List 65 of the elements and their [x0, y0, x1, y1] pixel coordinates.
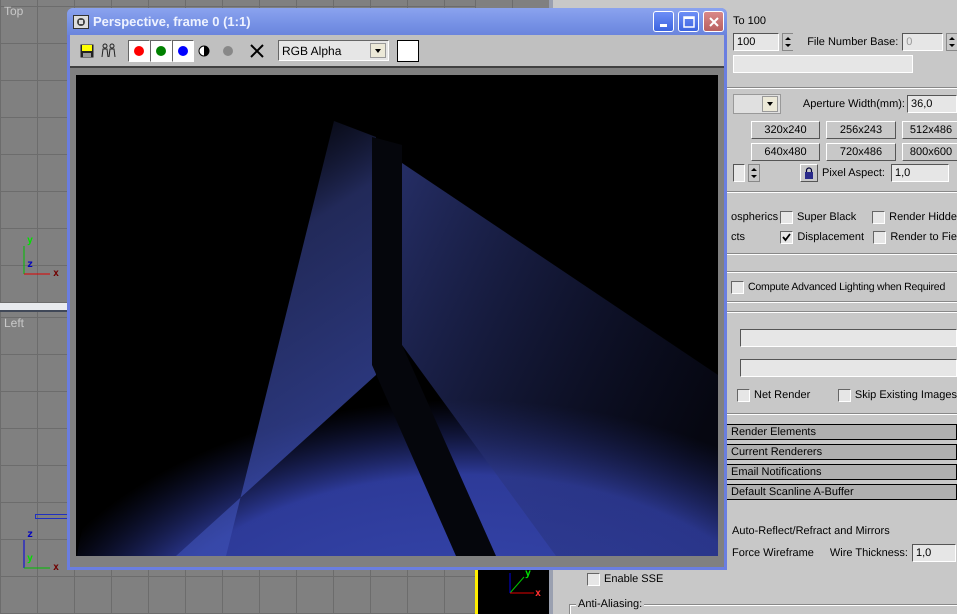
resolution-preset-button[interactable]: 720x486 — [826, 143, 896, 161]
color-swatch[interactable] — [397, 40, 419, 62]
axis-label: y — [27, 554, 34, 564]
checkbox-option[interactable]: Super Black — [780, 210, 872, 224]
checkbox-option[interactable]: Displacement — [780, 230, 874, 244]
rollout-header[interactable]: Email Notifications — [727, 464, 957, 480]
spinner-button[interactable] — [748, 164, 760, 182]
range-label: To 100 — [733, 15, 766, 27]
checkbox-option[interactable]: Render Hidde — [872, 210, 957, 224]
option-label: cts — [731, 231, 746, 243]
minimize-button[interactable] — [653, 11, 674, 32]
wire-thickness-field[interactable]: 1,0 — [912, 544, 956, 562]
rollout-header[interactable]: Current Renderers — [727, 444, 957, 460]
rollout-header[interactable]: Render Elements — [727, 424, 957, 440]
checkbox-option[interactable]: Compute Advanced Lighting when Required — [731, 280, 946, 294]
field-label: Pixel Aspect: — [822, 167, 885, 179]
channel-dropdown[interactable]: RGB Alpha — [278, 40, 389, 61]
resolution-preset-button[interactable]: 320x240 — [751, 121, 820, 139]
save-icon[interactable] — [80, 44, 94, 58]
dot-icon[interactable] — [222, 44, 234, 56]
axis-label: y — [525, 569, 532, 579]
checkbox-option[interactable]: Net Render — [737, 388, 838, 402]
field-label: File Number Base: — [807, 36, 898, 48]
resolution-preset-button[interactable]: 800x600 — [902, 143, 957, 161]
axis-label: y — [27, 236, 34, 246]
spinner-button[interactable] — [782, 33, 794, 51]
caret-icon — [370, 43, 386, 58]
minimize-icon — [660, 24, 667, 27]
people-icon[interactable] — [100, 42, 118, 58]
spinner-button[interactable] — [946, 33, 957, 51]
aperture-field[interactable]: 36,0 — [906, 95, 957, 113]
close-icon — [708, 16, 720, 28]
axis-label: x — [53, 563, 60, 573]
lock-button[interactable] — [800, 164, 818, 182]
caret-icon — [762, 96, 778, 112]
input-field[interactable] — [733, 164, 745, 182]
checkbox-option[interactable]: Skip Existing Images — [838, 388, 957, 402]
axis-label: z — [27, 530, 34, 540]
clear-icon[interactable] — [250, 44, 264, 58]
field-label: Aperture Width(mm): — [802, 98, 905, 110]
axis-label: z — [27, 260, 34, 270]
axis-label: x — [53, 269, 60, 279]
padlock-icon — [804, 167, 814, 179]
axis-label: x — [535, 589, 542, 599]
pixel-aspect-field[interactable]: 1,0 — [890, 164, 949, 182]
maximize-button[interactable] — [678, 11, 699, 32]
range-end-field[interactable]: 100 — [733, 33, 780, 51]
resolution-preset-button[interactable]: 512x486 — [902, 121, 957, 139]
contrast-icon[interactable] — [198, 44, 210, 56]
option-label: Auto-Reflect/Refract and Mirrors — [732, 525, 890, 537]
maximize-icon — [682, 16, 694, 28]
resolution-preset-button[interactable]: 640x480 — [751, 143, 820, 161]
option-label: Force Wireframe — [732, 547, 814, 559]
window-title: Perspective, frame 0 (1:1) — [93, 14, 251, 29]
input-field[interactable] — [740, 359, 957, 377]
check-icon — [782, 232, 792, 242]
close-button[interactable] — [703, 11, 724, 32]
resolution-preset-button[interactable]: 256x243 — [826, 121, 896, 139]
input-field[interactable] — [740, 329, 957, 347]
rollout-header[interactable]: Default Scanline A-Buffer — [727, 484, 957, 500]
checkbox-option[interactable]: Render to Fie — [873, 230, 957, 244]
option-label: ospherics — [731, 211, 780, 223]
group-title: Anti-Aliasing: — [576, 598, 644, 610]
field-label: Wire Thickness: — [830, 547, 908, 559]
checkbox-option[interactable]: Enable SSE — [587, 572, 664, 586]
